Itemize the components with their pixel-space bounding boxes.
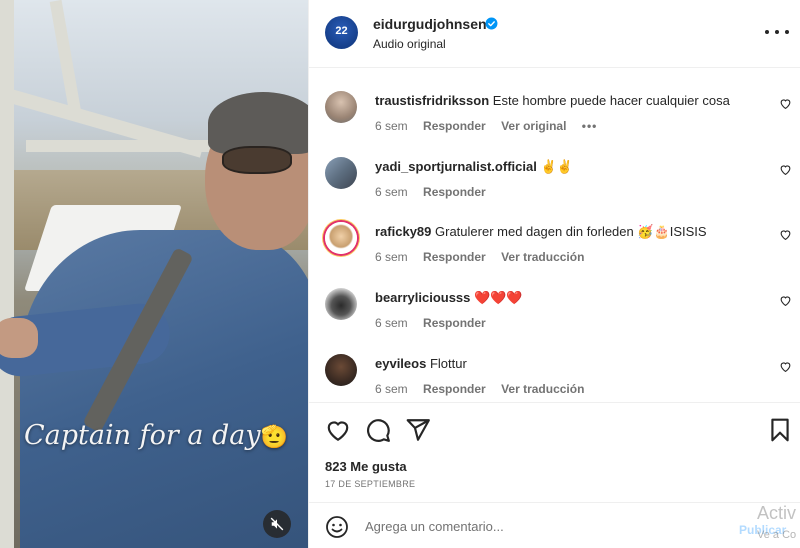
caption-text: Captain for a day [24, 420, 261, 451]
author-avatar[interactable]: 22 [325, 16, 358, 49]
comment-username[interactable]: eyvileos [375, 356, 426, 371]
see-original-button[interactable]: Ver original [501, 119, 566, 133]
like-comment-heart-icon[interactable] [779, 360, 792, 373]
like-heart-icon[interactable] [325, 417, 351, 443]
comment-meta: 6 sem Responder Ver traducción [375, 250, 596, 264]
commenter-avatar[interactable] [325, 354, 357, 386]
comment-meta: 6 sem Responder Ver traducción [375, 382, 596, 396]
post-media-video[interactable]: Captain for a day🫡 [0, 0, 308, 548]
comment-body: Gratulerer med dagen din forleden 🥳🎂ISIS… [435, 224, 707, 239]
comment-text-line: eyvileos Flottur [375, 356, 765, 371]
like-comment-heart-icon[interactable] [779, 228, 792, 241]
comment-body: Flottur [429, 356, 467, 371]
cockpit-frame-left [0, 0, 14, 548]
like-comment-heart-icon[interactable] [779, 97, 792, 110]
cockpit-frame-mid [26, 140, 226, 152]
comment-text-line: traustisfridriksson Este hombre puede ha… [375, 93, 765, 108]
caption-emoji: 🫡 [260, 425, 289, 450]
reply-button[interactable]: Responder [423, 185, 486, 199]
pilot-sunglasses [222, 146, 292, 174]
comment-text-line: raficky89 Gratulerer med dagen din forle… [375, 224, 765, 240]
post-header: 22 eidurgudjohnsen Audio original [309, 0, 800, 68]
see-translation-button[interactable]: Ver traducción [501, 250, 584, 264]
comment-item: traustisfridriksson Este hombre puede ha… [309, 69, 800, 133]
audio-label[interactable]: Audio original [373, 37, 446, 51]
commenter-avatar[interactable] [325, 157, 357, 189]
comment-meta: 6 sem Responder Ver original ••• [375, 119, 609, 133]
share-paper-plane-icon[interactable] [405, 417, 431, 443]
comment-time[interactable]: 6 sem [375, 316, 408, 330]
comment-input[interactable] [365, 516, 725, 536]
comment-options-button[interactable]: ••• [582, 119, 598, 133]
video-caption: Captain for a day🫡 [24, 420, 288, 451]
comment-time[interactable]: 6 sem [375, 185, 408, 199]
commenter-avatar-story[interactable] [325, 222, 357, 254]
avatar-jersey-number: 22 [335, 25, 348, 37]
comment-bubble-icon[interactable] [365, 417, 391, 443]
reply-button[interactable]: Responder [423, 250, 486, 264]
more-dot-icon [785, 30, 789, 34]
comment-username[interactable]: raficky89 [375, 224, 431, 239]
comment-item: eyvileos Flottur 6 sem Responder Ver tra… [309, 332, 800, 396]
comment-text-line: yadi_sportjurnalist.official ✌️✌️ [375, 159, 765, 175]
comment-time[interactable]: 6 sem [375, 119, 408, 133]
verified-badge-icon [485, 17, 498, 30]
comment-text-line: bearryliciousss ❤️❤️❤️ [375, 290, 765, 306]
windows-activation-watermark: Activ [757, 503, 797, 523]
author-username[interactable]: eidurgudjohnsen [373, 16, 487, 32]
save-bookmark-icon[interactable] [767, 417, 793, 443]
pilot-cap [208, 92, 308, 154]
comment-username[interactable]: yadi_sportjurnalist.official [375, 159, 537, 174]
comment-composer: Publicar Activ Ve a Co [309, 502, 800, 548]
comment-username[interactable]: bearryliciousss [375, 290, 470, 305]
reply-button[interactable]: Responder [423, 316, 486, 330]
like-comment-heart-icon[interactable] [779, 163, 792, 176]
reply-button[interactable]: Responder [423, 119, 486, 133]
comment-meta: 6 sem Responder [375, 185, 498, 199]
comment-body: ✌️✌️ [540, 159, 573, 174]
comment-body: ❤️❤️❤️ [474, 290, 523, 305]
comments-list[interactable]: traustisfridriksson Este hombre puede ha… [309, 69, 800, 402]
comment-item: raficky89 Gratulerer med dagen din forle… [309, 200, 800, 264]
comment-body: Este hombre puede hacer cualquier cosa [492, 93, 730, 108]
post-date[interactable]: 17 DE SEPTIEMBRE [325, 479, 415, 489]
comment-username[interactable]: traustisfridriksson [375, 93, 489, 108]
post-actions-bar: 823 Me gusta 17 DE SEPTIEMBRE [309, 402, 800, 502]
more-dot-icon [775, 30, 779, 34]
comment-time[interactable]: 6 sem [375, 382, 408, 396]
comment-meta: 6 sem Responder [375, 316, 498, 330]
speaker-muted-icon [270, 517, 284, 531]
comment-time[interactable]: 6 sem [375, 250, 408, 264]
comment-item: bearryliciousss ❤️❤️❤️ 6 sem Responder [309, 266, 800, 330]
more-options-button[interactable] [765, 22, 789, 42]
reply-button[interactable]: Responder [423, 382, 486, 396]
more-dot-icon [765, 30, 769, 34]
commenter-avatar[interactable] [325, 288, 357, 320]
mute-button[interactable] [263, 510, 291, 538]
comment-item: yadi_sportjurnalist.official ✌️✌️ 6 sem … [309, 135, 800, 199]
post-details-panel: 22 eidurgudjohnsen Audio original traust… [308, 0, 800, 548]
commenter-avatar[interactable] [325, 91, 357, 123]
see-translation-button[interactable]: Ver traducción [501, 382, 584, 396]
like-comment-heart-icon[interactable] [779, 294, 792, 307]
pilot-hand [0, 318, 38, 358]
emoji-smiley-icon[interactable] [325, 515, 349, 539]
likes-count[interactable]: 823 Me gusta [325, 459, 407, 474]
windows-activation-watermark-subtext: Ve a Co [757, 529, 797, 541]
